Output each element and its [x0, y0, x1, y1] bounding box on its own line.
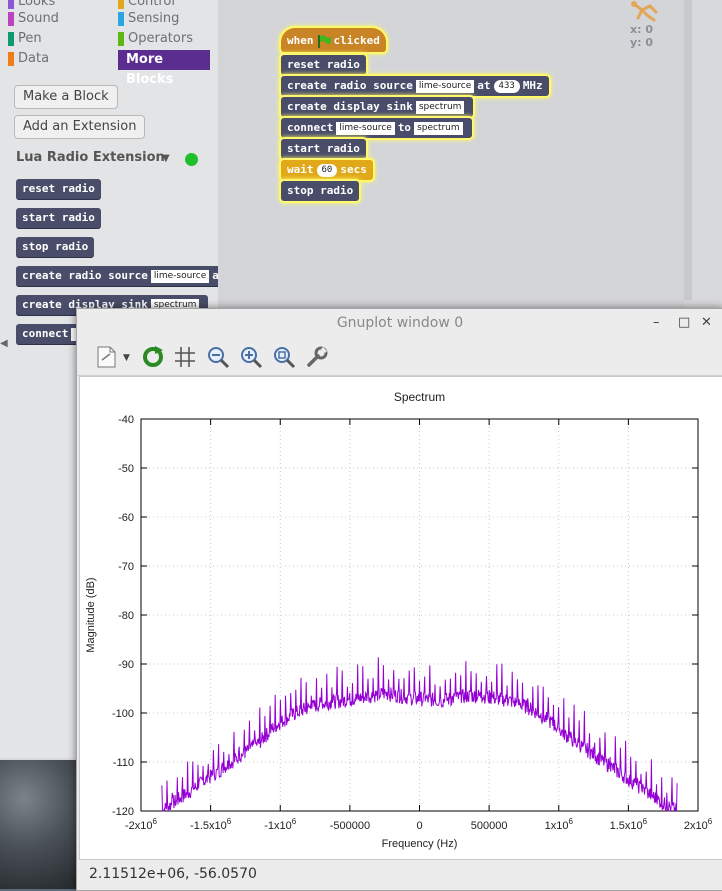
x-tick-label: 500000 — [471, 820, 508, 832]
category-sensing[interactable]: Sensing — [118, 9, 218, 29]
script-connect-from-slot[interactable]: lime-source — [336, 121, 395, 135]
category-sound[interactable]: Sound — [8, 9, 108, 29]
palette-block-create-radio-source[interactable]: create radio sourcelime-sourceat — [16, 266, 218, 286]
spectrum-chart: -40 -50 -60 -70 -80 -90 -100 -110 -120-2x106 -1.5… — [85, 390, 713, 850]
category-color-pen — [8, 32, 14, 46]
script-area-scrollbar[interactable] — [684, 0, 692, 300]
sprite-coordinates: x: 0 y: 0 — [630, 23, 653, 49]
x-tick-label: 1x106 — [545, 817, 574, 832]
plot-area[interactable]: -40 -50 -60 -70 -80 -90 -100 -110 -120 -2x106 -1.5… — [79, 376, 722, 860]
script-block-wait-secs[interactable]: wait 60 secs — [281, 160, 373, 180]
y-tick-label: -90 — [118, 659, 134, 671]
extension-title: Lua Radio Extension — [16, 150, 165, 165]
sprite-thumbnail-icon — [631, 1, 658, 22]
y-tick-label: -120 — [112, 806, 134, 818]
script-frequency-input[interactable]: 433 — [493, 79, 520, 93]
x-tick-label: 1.5x106 — [610, 817, 648, 832]
category-color-looks — [8, 0, 14, 9]
palette-block-stop-radio[interactable]: stop radio — [16, 237, 95, 257]
y-tick-label: -70 — [118, 561, 134, 573]
script-block-stop-radio[interactable]: stop radio — [281, 181, 360, 201]
zoom-in-icon[interactable] — [239, 345, 263, 369]
replot-icon[interactable] — [141, 345, 165, 369]
category-color-control — [118, 0, 124, 9]
category-color-operators — [118, 32, 124, 46]
category-pen[interactable]: Pen — [8, 29, 108, 49]
zoom-out-icon[interactable] — [206, 345, 230, 369]
zoom-fit-icon[interactable] — [272, 345, 296, 369]
extension-status-indicator — [185, 153, 198, 166]
script-wait-input[interactable]: 60 — [316, 163, 338, 177]
grid-icon[interactable] — [173, 345, 197, 369]
x-tick-label: 2x106 — [684, 817, 713, 832]
gnuplot-statusbar: 2.11512e+06, -56.0570 — [77, 861, 722, 889]
category-data[interactable]: Data — [8, 49, 108, 69]
category-more-blocks[interactable]: More Blocks — [118, 50, 210, 87]
green-flag-icon — [317, 34, 331, 48]
y-tick-label: -80 — [118, 610, 134, 622]
category-color-sound — [8, 12, 14, 26]
sprite-y-label: y: 0 — [630, 36, 654, 49]
add-extension-button[interactable]: Add an Extension — [14, 115, 146, 139]
x-axis-label: Frequency (Hz) — [382, 838, 458, 850]
maximize-icon[interactable]: □ — [678, 315, 690, 330]
minimize-icon[interactable]: – — [653, 315, 660, 330]
gnuplot-titlebar[interactable]: Gnuplot window 0 – □ ✕ — [77, 309, 722, 339]
gnuplot-window-title: Gnuplot window 0 — [336, 315, 464, 331]
y-tick-label: -60 — [118, 512, 134, 524]
gnuplot-toolbar: ▼ — [77, 339, 722, 376]
desktop-wallpaper-rock — [0, 760, 80, 889]
script-connect-to-slot[interactable]: spectrum — [414, 121, 463, 135]
x-tick-label: -2x106 — [125, 817, 158, 832]
export-dropdown-icon[interactable]: ▼ — [123, 353, 130, 363]
chart-title: Spectrum — [394, 390, 445, 404]
category-color-sensing — [118, 12, 124, 26]
y-tick-label: -50 — [118, 463, 134, 475]
script-block-reset-radio[interactable]: reset radio — [281, 55, 366, 75]
script-block-create-display-sink[interactable]: create display sink spectrum — [281, 97, 474, 117]
close-icon[interactable]: ✕ — [701, 315, 712, 330]
category-operators[interactable]: Operators — [118, 29, 218, 49]
x-tick-label: -500000 — [330, 820, 370, 832]
sprite-x-label: x: 0 — [630, 23, 653, 36]
make-a-block-button[interactable]: Make a Block — [14, 85, 118, 109]
cursor-coordinates: 2.11512e+06, -56.0570 — [89, 866, 257, 882]
x-tick-label: 0 — [416, 820, 422, 832]
y-tick-label: -100 — [112, 708, 134, 720]
x-tick-label: -1.5x106 — [190, 817, 232, 832]
script-block-start-radio[interactable]: start radio — [281, 139, 366, 159]
y-tick-label: -110 — [113, 757, 134, 769]
y-axis-label: Magnitude (dB) — [85, 577, 97, 652]
extension-dropdown-arrow-icon[interactable]: ▼ — [162, 153, 170, 164]
script-source-slot[interactable]: lime-source — [415, 79, 475, 93]
y-tick-label: -40 — [118, 414, 134, 426]
script-block-when-flag-clicked[interactable]: when clicked — [281, 28, 386, 52]
export-icon[interactable] — [95, 345, 119, 369]
script-block-connect[interactable]: connect lime-source to spectrum — [281, 118, 472, 138]
palette-block-reset-radio[interactable]: reset radio — [16, 179, 101, 199]
palette-source-slot[interactable]: lime-source — [150, 269, 210, 283]
gnuplot-window: Gnuplot window 0 – □ ✕ ▼ -40 -50 -60 -70 -80… — [76, 308, 722, 891]
script-sink-slot[interactable]: spectrum — [415, 100, 465, 114]
palette-block-start-radio[interactable]: start radio — [16, 208, 101, 228]
x-tick-label: -1x106 — [264, 817, 297, 832]
script-block-create-radio-source[interactable]: create radio source lime-source at 433 MHz — [281, 76, 549, 96]
palette-collapse-arrow-icon[interactable]: ◀ — [0, 338, 8, 352]
wrench-icon[interactable] — [305, 345, 329, 369]
category-color-data — [8, 52, 14, 66]
